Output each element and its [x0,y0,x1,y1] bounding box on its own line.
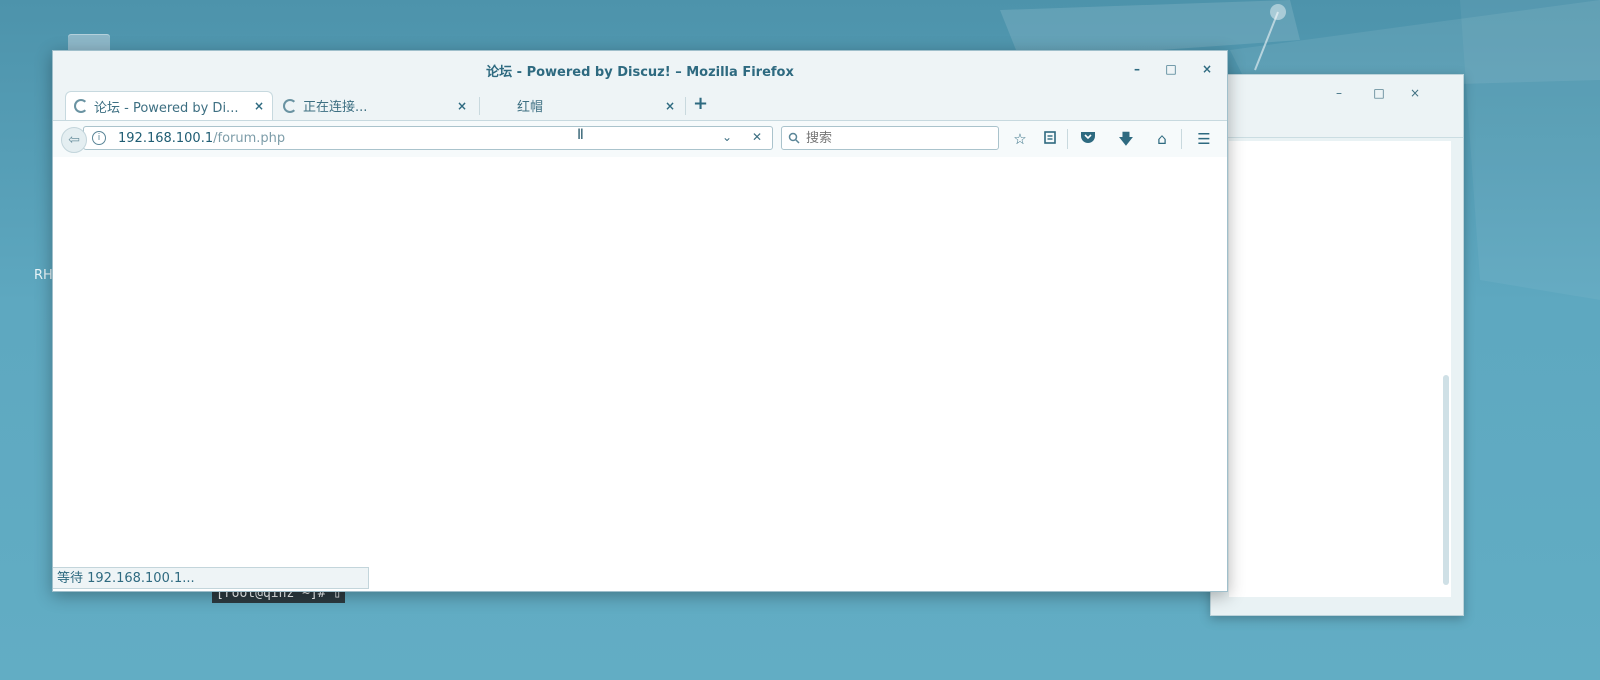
navigation-toolbar: i 192.168.100.1/forum.php ⌄ ✕ ⇦ Ⅱ ☆ 🡇 ⌂ … [53,121,1227,158]
site-info-icon[interactable]: i [92,131,106,145]
toolbar-separator [1181,129,1182,149]
pocket-icon[interactable] [1077,128,1099,150]
loading-spinner-icon [74,99,88,113]
search-bar[interactable] [781,126,999,150]
url-history-dropdown-icon[interactable]: ⌄ [722,130,732,144]
tab-close-icon[interactable]: × [665,99,675,113]
firefox-titlebar[interactable]: 论坛 - Powered by Discuz! – Mozilla Firefo… [53,51,1227,87]
loading-spinner-icon [283,98,297,113]
tab-label: 正在连接... [303,100,368,115]
tab-label: 论坛 - Powered by Di... [94,100,239,116]
bookmark-star-icon[interactable]: ☆ [1009,128,1031,150]
window-title: 论坛 - Powered by Discuz! – Mozilla Firefo… [486,65,794,80]
minimize-button[interactable]: – [1129,61,1145,77]
url-bar[interactable]: i 192.168.100.1/forum.php ⌄ ✕ [83,126,773,150]
toolbar-separator [1067,129,1068,149]
menu-icon[interactable]: ☰ [1193,128,1215,150]
desktop-icon-label[interactable]: RH [34,268,53,283]
tab-redhat[interactable]: 红帽 × [499,91,683,120]
url-path: /forum.php [213,130,286,146]
tab-separator [685,97,686,115]
stop-loading-icon[interactable]: ✕ [752,130,762,144]
tab-separator [479,97,480,115]
search-input[interactable] [804,129,988,147]
status-bar: 等待 192.168.100.1... [53,567,369,589]
tab-connecting[interactable]: 正在连接... × [275,91,475,120]
new-tab-button[interactable]: + [693,93,708,114]
text-cursor-icon: Ⅱ [577,127,584,143]
home-icon[interactable]: ⌂ [1151,128,1173,150]
maximize-button[interactable]: □ [1163,61,1179,77]
background-window-titlebar[interactable]: – □ × [1211,75,1463,138]
background-scrollbar[interactable] [1443,375,1449,585]
page-content[interactable] [53,157,1227,591]
search-icon [788,132,800,144]
back-button[interactable]: ⇦ [61,127,87,153]
reading-list-icon[interactable] [1039,128,1061,150]
tab-forum[interactable]: 论坛 - Powered by Di... × [65,91,273,120]
background-window-content [1229,141,1451,597]
tab-close-icon[interactable]: × [254,99,264,113]
firefox-window[interactable]: 论坛 - Powered by Discuz! – Mozilla Firefo… [52,50,1228,592]
tab-label: 红帽 [517,100,544,115]
background-close-button[interactable]: × [1407,85,1423,101]
close-window-button[interactable]: × [1199,61,1215,77]
background-minimize-button[interactable]: – [1331,85,1347,101]
background-maximize-button[interactable]: □ [1371,85,1387,101]
tab-close-icon[interactable]: × [457,99,467,113]
background-window[interactable]: – □ × [1210,74,1464,616]
download-icon[interactable]: 🡇 [1115,128,1137,150]
url-host: 192.168.100.1 [118,130,214,146]
tab-strip: 论坛 - Powered by Di... × 正在连接... × 红帽 × + [53,87,1227,121]
